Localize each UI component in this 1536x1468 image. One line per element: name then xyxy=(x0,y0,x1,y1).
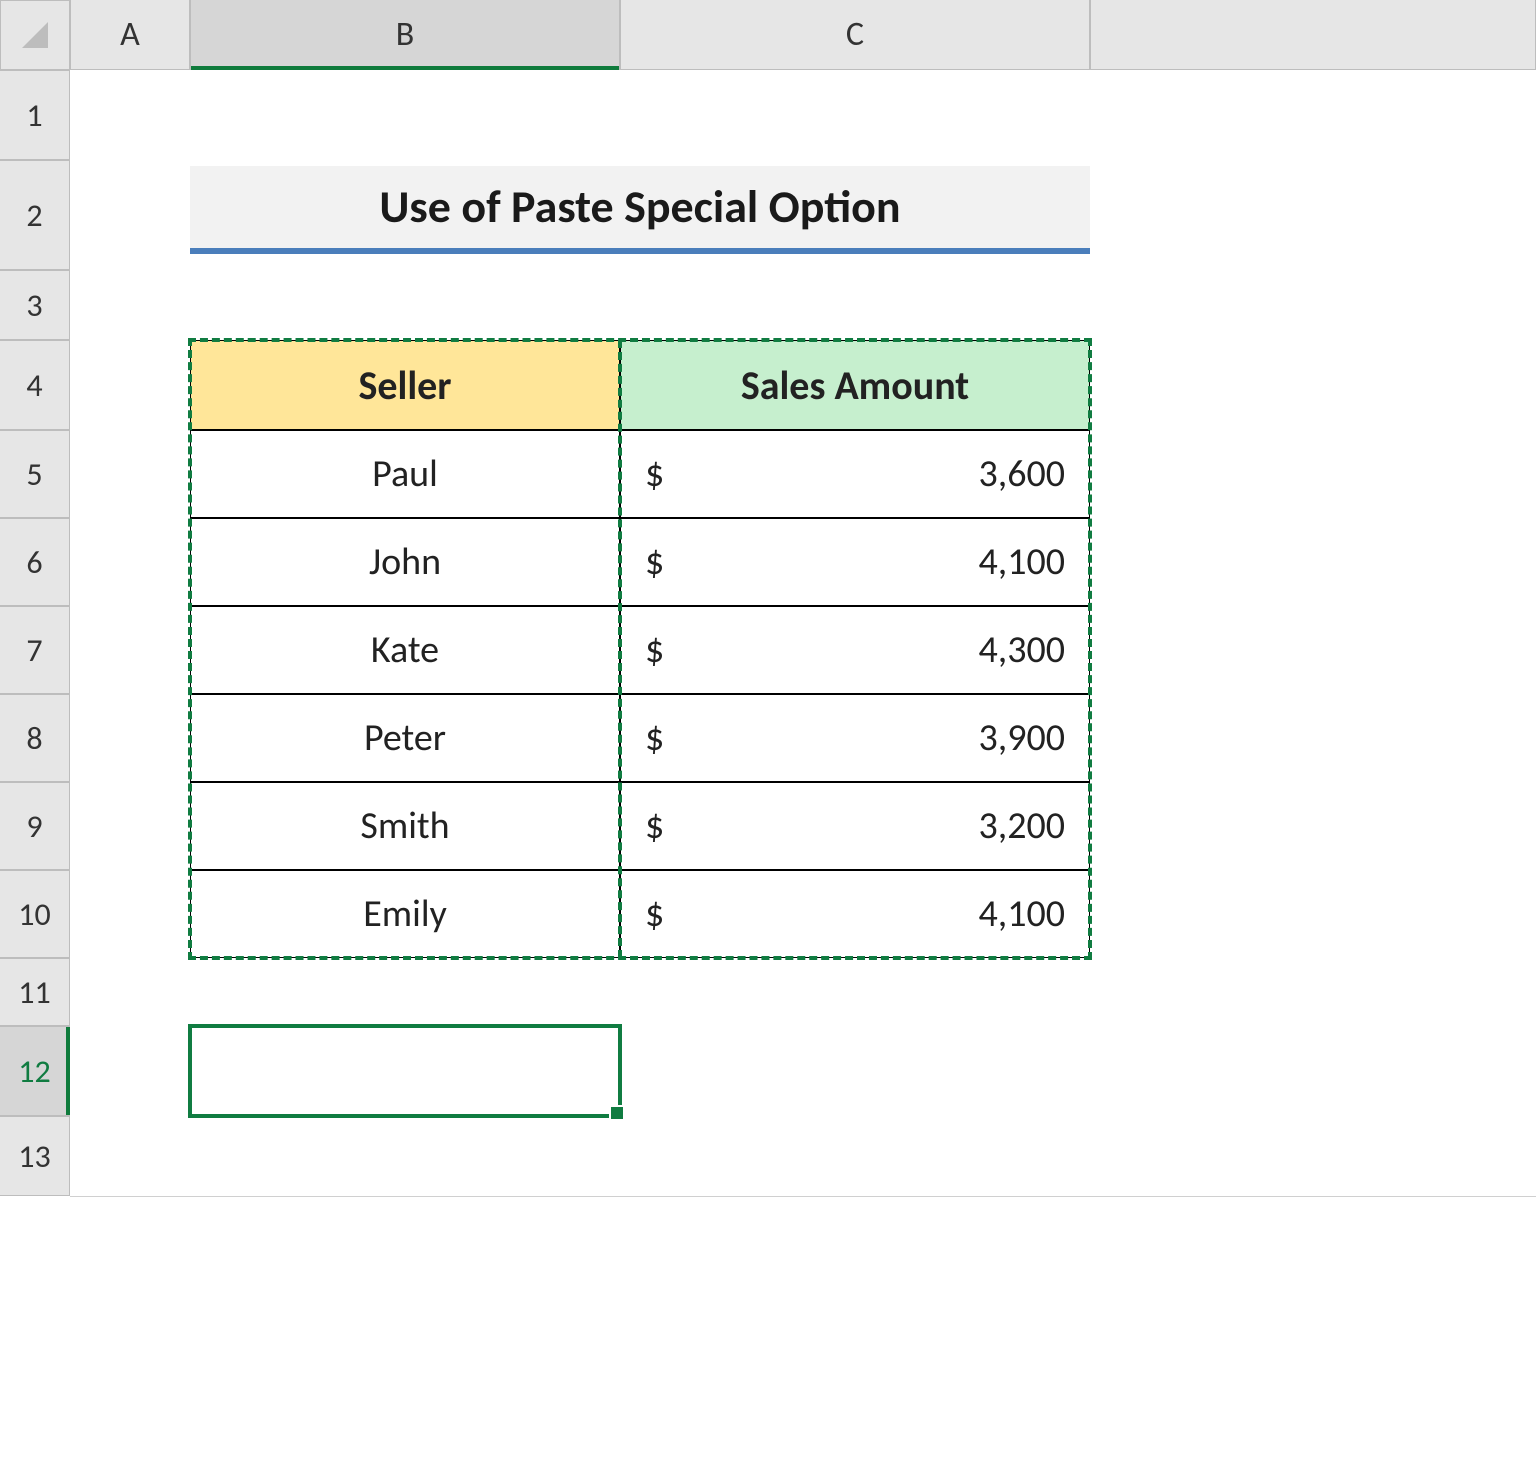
seller-cell[interactable]: Peter xyxy=(190,694,620,782)
row-header-13[interactable]: 13 xyxy=(0,1116,70,1196)
amount-cell[interactable]: $3,900 xyxy=(620,694,1090,782)
amount-value: 3,200 xyxy=(978,803,1065,849)
amount-value: 3,600 xyxy=(978,451,1065,497)
currency-symbol: $ xyxy=(645,539,664,585)
currency-symbol: $ xyxy=(645,803,664,849)
currency-symbol: $ xyxy=(645,715,664,761)
amount-value: 4,100 xyxy=(978,539,1065,585)
title-cell[interactable]: Use of Paste Special Option xyxy=(190,166,1090,254)
amount-cell[interactable]: $4,100 xyxy=(620,518,1090,606)
col-header-d[interactable] xyxy=(1090,0,1536,70)
col-header-b[interactable]: B xyxy=(190,0,620,70)
row-header-4[interactable]: 4 xyxy=(0,340,70,430)
row-header-11[interactable]: 11 xyxy=(0,958,70,1026)
table-header-amount[interactable]: Sales Amount xyxy=(620,340,1090,430)
title-text: Use of Paste Special Option xyxy=(379,179,900,235)
amount-cell[interactable]: $3,200 xyxy=(620,782,1090,870)
seller-cell[interactable]: Paul xyxy=(190,430,620,518)
seller-cell[interactable]: Kate xyxy=(190,606,620,694)
row-header-10[interactable]: 10 xyxy=(0,870,70,958)
row-header-9[interactable]: 9 xyxy=(0,782,70,870)
seller-cell[interactable]: Emily xyxy=(190,870,620,958)
table-header-seller-label: Seller xyxy=(358,361,451,410)
table-header-amount-label: Sales Amount xyxy=(741,361,969,410)
row-header-2[interactable]: 2 xyxy=(0,160,70,270)
row-header-12[interactable]: 12 xyxy=(0,1026,70,1116)
row-header-6[interactable]: 6 xyxy=(0,518,70,606)
row-header-3[interactable]: 3 xyxy=(0,270,70,340)
currency-symbol: $ xyxy=(645,891,664,937)
col-header-c[interactable]: C xyxy=(620,0,1090,70)
seller-cell[interactable]: Smith xyxy=(190,782,620,870)
amount-cell[interactable]: $3,600 xyxy=(620,430,1090,518)
row-header-7[interactable]: 7 xyxy=(0,606,70,694)
spreadsheet: A B C 1 2 3 4 5 6 7 8 9 10 11 12 13 Use … xyxy=(0,0,1536,1468)
seller-cell[interactable]: John xyxy=(190,518,620,606)
select-all-corner[interactable] xyxy=(0,0,70,70)
amount-cell[interactable]: $4,100 xyxy=(620,870,1090,958)
currency-symbol: $ xyxy=(645,627,664,673)
table-header-seller[interactable]: Seller xyxy=(190,340,620,430)
row-header-8[interactable]: 8 xyxy=(0,694,70,782)
amount-value: 3,900 xyxy=(978,715,1065,761)
col-header-a[interactable]: A xyxy=(70,0,190,70)
row-header-5[interactable]: 5 xyxy=(0,430,70,518)
currency-symbol: $ xyxy=(645,451,664,497)
amount-value: 4,300 xyxy=(978,627,1065,673)
select-all-triangle-icon xyxy=(22,22,48,48)
amount-cell[interactable]: $4,300 xyxy=(620,606,1090,694)
amount-value: 4,100 xyxy=(978,891,1065,937)
row-header-1[interactable]: 1 xyxy=(0,70,70,160)
gridline xyxy=(70,1196,1536,1197)
